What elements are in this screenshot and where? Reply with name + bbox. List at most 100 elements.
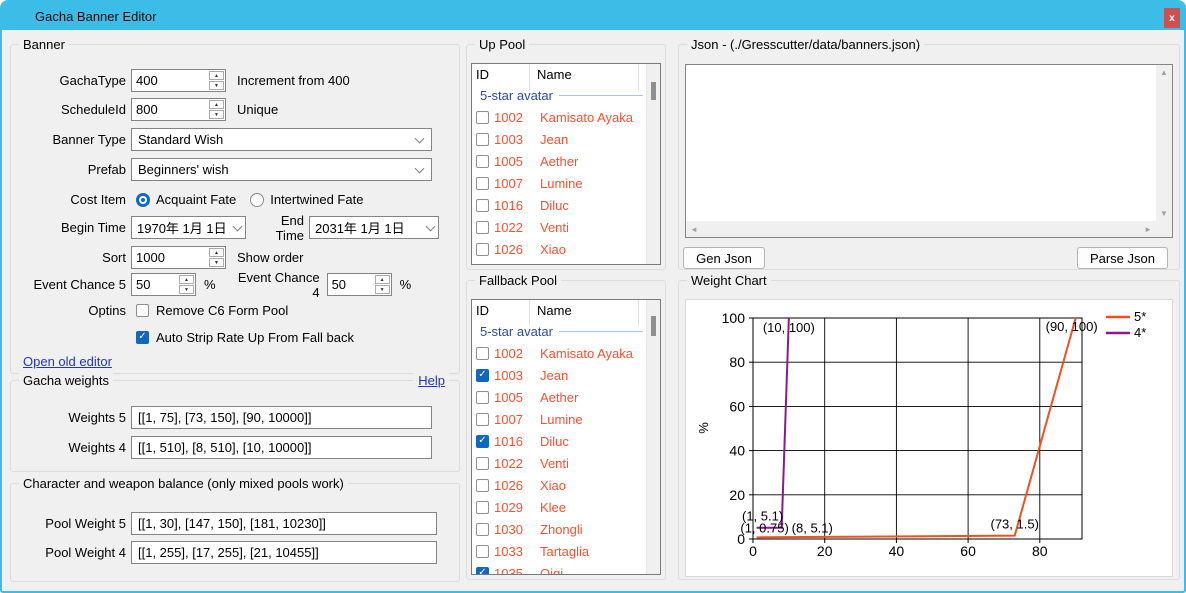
pool-row[interactable]: 1026Xiao <box>472 474 646 496</box>
spin-down-icon[interactable]: ▼ <box>209 258 224 267</box>
event-chance-4-input[interactable]: 50 ▲▼ <box>327 273 392 296</box>
scroll-up-icon[interactable]: ▲ <box>1160 65 1168 80</box>
scroll-down-icon[interactable]: ▼ <box>1160 206 1168 221</box>
pool-row[interactable]: 1022Venti <box>472 216 646 238</box>
pool-row[interactable]: 1003Jean <box>472 364 646 386</box>
sort-input[interactable]: 1000 ▲▼ <box>131 246 226 269</box>
pool-row[interactable]: 1002Kamisato Ayaka <box>472 106 646 128</box>
auto-strip-checkbox[interactable] <box>136 331 149 344</box>
row-checkbox[interactable] <box>476 413 489 426</box>
up-pool-list[interactable]: ID Name 5-star avatar 1002Kamisato Ayaka… <box>471 63 661 265</box>
spin-up-icon[interactable]: ▲ <box>375 275 390 284</box>
radio-icon[interactable] <box>136 193 150 207</box>
pool-row[interactable]: 1002Kamisato Ayaka <box>472 342 646 364</box>
pool-row[interactable]: 1007Lumine <box>472 172 646 194</box>
scroll-right-icon[interactable]: ► <box>1143 225 1153 234</box>
row-checkbox[interactable] <box>476 567 489 575</box>
radio-icon[interactable] <box>250 193 264 207</box>
row-checkbox[interactable] <box>476 457 489 470</box>
spin-down-icon[interactable]: ▼ <box>179 285 194 294</box>
row-checkbox[interactable] <box>476 501 489 514</box>
pool-row[interactable]: 1005Aether <box>472 386 646 408</box>
row-checkbox[interactable] <box>476 177 489 190</box>
weights-4-input[interactable]: [[1, 510], [8, 510], [10, 10000]] <box>131 436 432 459</box>
close-button[interactable]: x <box>1164 8 1180 28</box>
fallback-pool-list[interactable]: ID Name 5-star avatar 1002Kamisato Ayaka… <box>471 299 661 575</box>
row-checkbox[interactable] <box>476 199 489 212</box>
row-name: Tartaglia <box>540 544 589 559</box>
row-checkbox[interactable] <box>476 111 489 124</box>
column-header-name[interactable]: Name <box>537 303 572 318</box>
prefab-select[interactable]: Beginners' wish <box>131 158 432 181</box>
begin-time-picker[interactable]: 1970年 1月 1日 <box>131 216 246 239</box>
row-checkbox[interactable] <box>476 243 489 256</box>
row-checkbox[interactable] <box>476 369 489 382</box>
gacha-type-input[interactable]: 400 ▲▼ <box>131 69 226 92</box>
row-checkbox[interactable] <box>476 479 489 492</box>
up-pool-header: ID Name <box>472 64 660 84</box>
row-checkbox[interactable] <box>476 391 489 404</box>
pool-weight-4-row: Pool Weight 4 [[1, 255], [17, 255], [21,… <box>19 541 455 564</box>
parse-json-button[interactable]: Parse Json <box>1077 247 1168 269</box>
scrollbar-thumb[interactable] <box>651 316 656 336</box>
end-time-picker[interactable]: 2031年 1月 1日 <box>309 216 439 239</box>
row-checkbox[interactable] <box>476 133 489 146</box>
remove-c6-checkbox[interactable] <box>136 304 149 317</box>
schedule-id-input[interactable]: 800 ▲▼ <box>131 98 226 121</box>
row-checkbox[interactable] <box>476 347 489 360</box>
pool-row[interactable]: 1022Venti <box>472 452 646 474</box>
gen-json-button[interactable]: Gen Json <box>683 247 765 269</box>
column-header-id[interactable]: ID <box>476 67 489 82</box>
json-textarea[interactable]: ▲ ▼ ◄ ► <box>685 64 1173 238</box>
row-checkbox[interactable] <box>476 155 489 168</box>
pool-row[interactable]: 1026Xiao <box>472 238 646 260</box>
spin-up-icon[interactable]: ▲ <box>209 100 224 109</box>
vertical-scrollbar[interactable] <box>646 64 660 264</box>
radio-acquaint-fate[interactable]: Acquaint Fate <box>136 192 236 207</box>
spin-down-icon[interactable]: ▼ <box>209 110 224 119</box>
up-pool-rows: 5-star avatar 1002Kamisato Ayaka1003Jean… <box>472 84 646 264</box>
pool-row[interactable]: 1003Jean <box>472 128 646 150</box>
row-checkbox[interactable] <box>476 523 489 536</box>
scroll-left-icon[interactable]: ◄ <box>689 225 699 234</box>
prefab-value: Beginners' wish <box>138 162 229 177</box>
svg-text:100: 100 <box>722 310 746 326</box>
event-chance-5-input[interactable]: 50 ▲▼ <box>131 273 196 296</box>
pool-row[interactable]: 1035Qiqi <box>472 562 646 574</box>
column-header-id[interactable]: ID <box>476 303 489 318</box>
pool-row[interactable]: 1016Diluc <box>472 194 646 216</box>
column-header-name[interactable]: Name <box>537 67 572 82</box>
spin-down-icon[interactable]: ▼ <box>209 81 224 90</box>
row-checkbox[interactable] <box>476 435 489 448</box>
pool-row[interactable]: 1033Tartaglia <box>472 540 646 562</box>
radio-intertwined-fate[interactable]: Intertwined Fate <box>250 192 363 207</box>
pool-weight-5-input[interactable]: [[1, 30], [147, 150], [181, 10230]] <box>131 512 437 535</box>
row-checkbox[interactable] <box>476 545 489 558</box>
vertical-scrollbar[interactable]: ▲ ▼ <box>1156 65 1172 221</box>
open-old-editor-link[interactable]: Open old editor <box>23 354 112 369</box>
horizontal-scrollbar[interactable]: ◄ ► <box>686 221 1156 237</box>
weights-5-input[interactable]: [[1, 75], [73, 150], [90, 10000]] <box>131 406 432 429</box>
rarity-group-row[interactable]: 5-star avatar <box>472 84 646 106</box>
event-chance-5-value: 50 <box>132 274 178 295</box>
weights-4-label: Weights 4 <box>19 440 126 455</box>
row-checkbox[interactable] <box>476 221 489 234</box>
chevron-down-icon <box>426 222 436 232</box>
vertical-scrollbar[interactable] <box>646 300 660 574</box>
pool-row[interactable]: 1016Diluc <box>472 430 646 452</box>
svg-text:4*: 4* <box>1134 325 1146 340</box>
help-link[interactable]: Help <box>414 373 449 388</box>
spin-down-icon[interactable]: ▼ <box>375 285 390 294</box>
banner-type-select[interactable]: Standard Wish <box>131 128 432 151</box>
scrollbar-thumb[interactable] <box>651 82 656 100</box>
spin-up-icon[interactable]: ▲ <box>179 275 194 284</box>
rarity-group-row[interactable]: 5-star avatar <box>472 320 646 342</box>
pool-row[interactable]: 1030Zhongli <box>472 518 646 540</box>
spin-up-icon[interactable]: ▲ <box>209 71 224 80</box>
spin-up-icon[interactable]: ▲ <box>209 248 224 257</box>
pool-weight-4-input[interactable]: [[1, 255], [17, 255], [21, 10455]] <box>131 541 437 564</box>
pool-row[interactable]: 1007Lumine <box>472 408 646 430</box>
pool-row[interactable]: 1029Klee <box>472 496 646 518</box>
pool-row[interactable]: 1005Aether <box>472 150 646 172</box>
row-name: Lumine <box>540 176 583 191</box>
